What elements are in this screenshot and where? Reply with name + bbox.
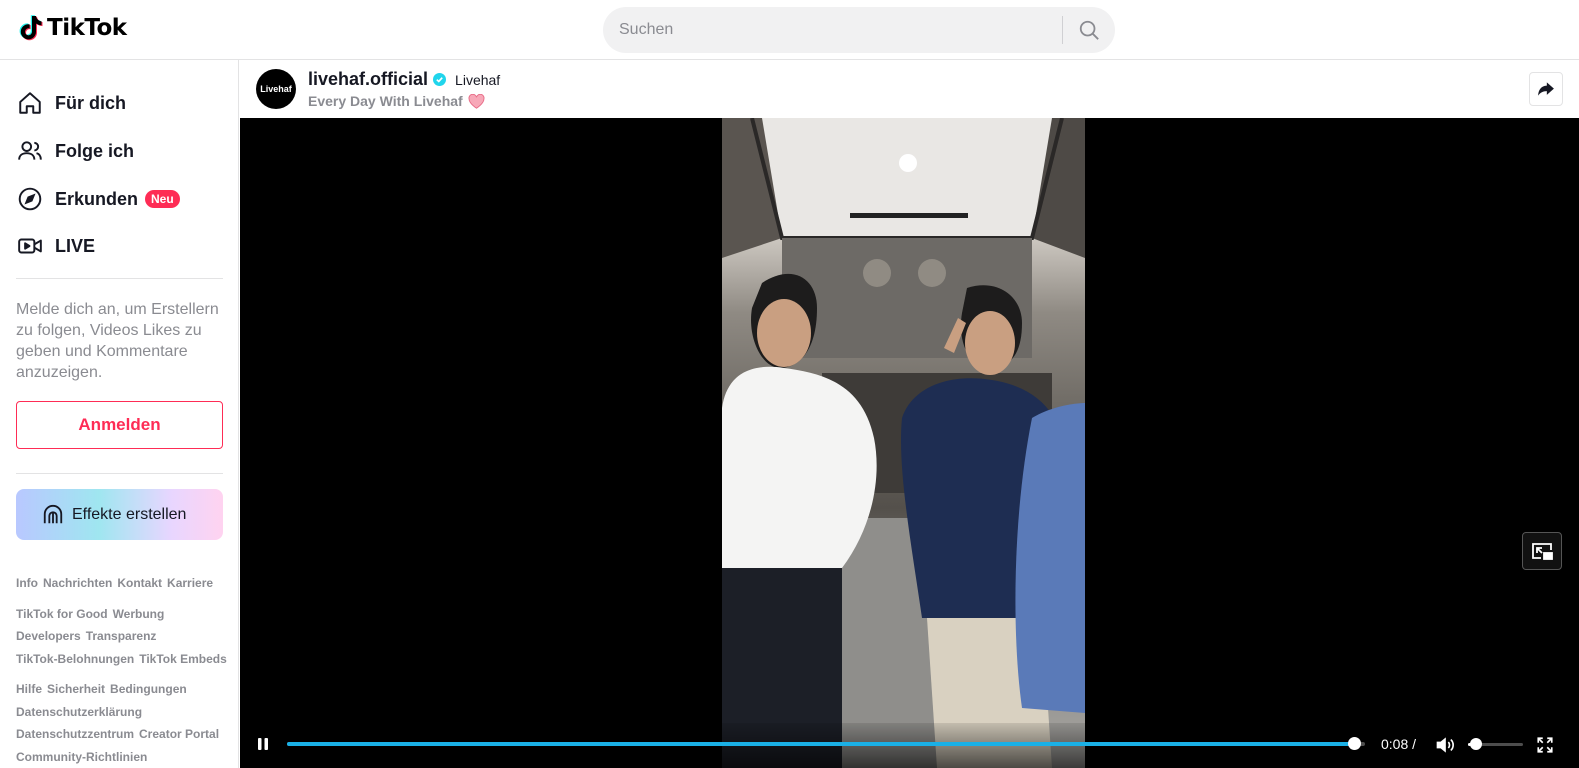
nav-label: Folge ich xyxy=(55,140,135,161)
footer-link[interactable]: Nachrichten xyxy=(43,572,112,595)
footer-link[interactable]: Info xyxy=(16,572,38,595)
progress-fill xyxy=(287,742,1355,746)
logo-text: TikTok xyxy=(47,15,127,41)
footer-group-legal: Hilfe Sicherheit Bedingungen Datenschutz… xyxy=(16,678,231,768)
search-bar xyxy=(603,7,1115,53)
create-effects-button[interactable]: Effekte erstellen xyxy=(16,489,223,540)
footer-link[interactable]: Kontakt xyxy=(117,572,162,595)
volume-button[interactable] xyxy=(1434,734,1456,756)
footer-link[interactable]: TikTok-Belohnungen xyxy=(16,648,134,671)
footer-link[interactable]: Datenschutzerklärung xyxy=(16,701,142,724)
effects-label: Effekte erstellen xyxy=(72,505,187,523)
search-button[interactable] xyxy=(1069,10,1109,50)
video-controls: 0:08 / xyxy=(240,723,1579,768)
volume-handle[interactable] xyxy=(1469,738,1482,750)
progress-bar[interactable] xyxy=(287,737,1365,750)
time-display: 0:08 / xyxy=(1381,736,1417,752)
nav-item-for-you[interactable]: Für dich xyxy=(16,83,126,123)
top-bar: TikTok xyxy=(0,0,1579,60)
login-hint: Melde dich an, um Erstellern zu folgen, … xyxy=(16,301,219,381)
video-player[interactable]: 0:08 / xyxy=(240,118,1579,768)
search-input[interactable] xyxy=(619,7,1049,53)
footer-group-company: Info Nachrichten Kontakt Karriere xyxy=(16,572,231,595)
footer-link[interactable]: Sicherheit xyxy=(47,678,105,701)
home-icon xyxy=(16,89,44,117)
nav-label: LIVE xyxy=(55,235,96,256)
description-text: Every Day With Livehaf xyxy=(308,93,463,109)
following-icon xyxy=(16,137,44,165)
sidebar-divider xyxy=(16,473,223,474)
compass-icon xyxy=(16,185,44,213)
footer-link[interactable]: Developers xyxy=(16,625,81,648)
footer-link[interactable]: Karriere xyxy=(167,572,213,595)
video-frame xyxy=(722,118,1085,768)
share-button[interactable] xyxy=(1529,72,1563,106)
volume-icon xyxy=(1436,737,1454,753)
author-handle: livehaf.official xyxy=(308,69,429,89)
footer-link[interactable]: Transparenz xyxy=(86,625,157,648)
footer-links: Info Nachrichten Kontakt Karriere TikTok… xyxy=(16,572,231,768)
footer-link[interactable]: Creator Portal xyxy=(139,723,219,746)
verified-badge-icon xyxy=(433,73,447,86)
footer-link[interactable]: Community-Richtlinien xyxy=(16,746,147,768)
fullscreen-icon xyxy=(1537,737,1553,753)
author-nickname: Livehaf xyxy=(455,71,501,88)
author-info[interactable]: livehaf.official Livehaf xyxy=(308,69,500,90)
effect-house-icon xyxy=(43,504,63,523)
footer-link[interactable]: TikTok for Good xyxy=(16,603,108,626)
video-scene-graphic xyxy=(722,118,1085,768)
new-badge: Neu xyxy=(145,190,180,208)
pink-heart-icon xyxy=(468,93,485,109)
progress-handle[interactable] xyxy=(1348,737,1362,750)
live-camera-icon xyxy=(16,232,44,260)
nav-item-following[interactable]: Folge ich xyxy=(16,131,134,171)
nav-item-explore[interactable]: Erkunden Neu xyxy=(16,179,180,219)
picture-in-picture-button[interactable] xyxy=(1522,532,1562,570)
pause-button[interactable] xyxy=(254,735,272,753)
video-description: Every Day With Livehaf xyxy=(308,93,485,109)
author-bar: Livehaf livehaf.official Livehaf Every D… xyxy=(240,60,1579,118)
tiktok-note-icon xyxy=(19,15,43,41)
picture-in-picture-icon xyxy=(1532,543,1553,560)
footer-link[interactable]: TikTok Embeds xyxy=(139,648,227,671)
author-avatar[interactable]: Livehaf xyxy=(256,69,296,109)
login-button[interactable]: Anmelden xyxy=(16,401,223,449)
sidebar: Für dich Folge ich Erkunden Neu LIVE Mel… xyxy=(0,60,239,768)
footer-link[interactable]: Werbung xyxy=(113,603,165,626)
footer-link[interactable]: Bedingungen xyxy=(110,678,187,701)
main-content: Livehaf livehaf.official Livehaf Every D… xyxy=(240,60,1579,768)
fullscreen-button[interactable] xyxy=(1534,734,1556,756)
share-arrow-icon xyxy=(1538,82,1554,96)
nav-item-live[interactable]: LIVE xyxy=(16,226,95,266)
footer-link[interactable]: Hilfe xyxy=(16,678,42,701)
pause-icon xyxy=(258,738,268,750)
footer-link[interactable]: Datenschutzzentrum xyxy=(16,723,134,746)
volume-slider[interactable] xyxy=(1468,738,1523,750)
sidebar-divider xyxy=(16,278,223,279)
search-icon xyxy=(1079,20,1099,40)
nav-label: Erkunden xyxy=(55,188,139,209)
tiktok-logo[interactable]: TikTok xyxy=(19,14,127,42)
nav-label: Für dich xyxy=(55,92,126,113)
search-divider xyxy=(1062,16,1063,44)
footer-group-programs: TikTok for Good Werbung Developers Trans… xyxy=(16,603,231,671)
